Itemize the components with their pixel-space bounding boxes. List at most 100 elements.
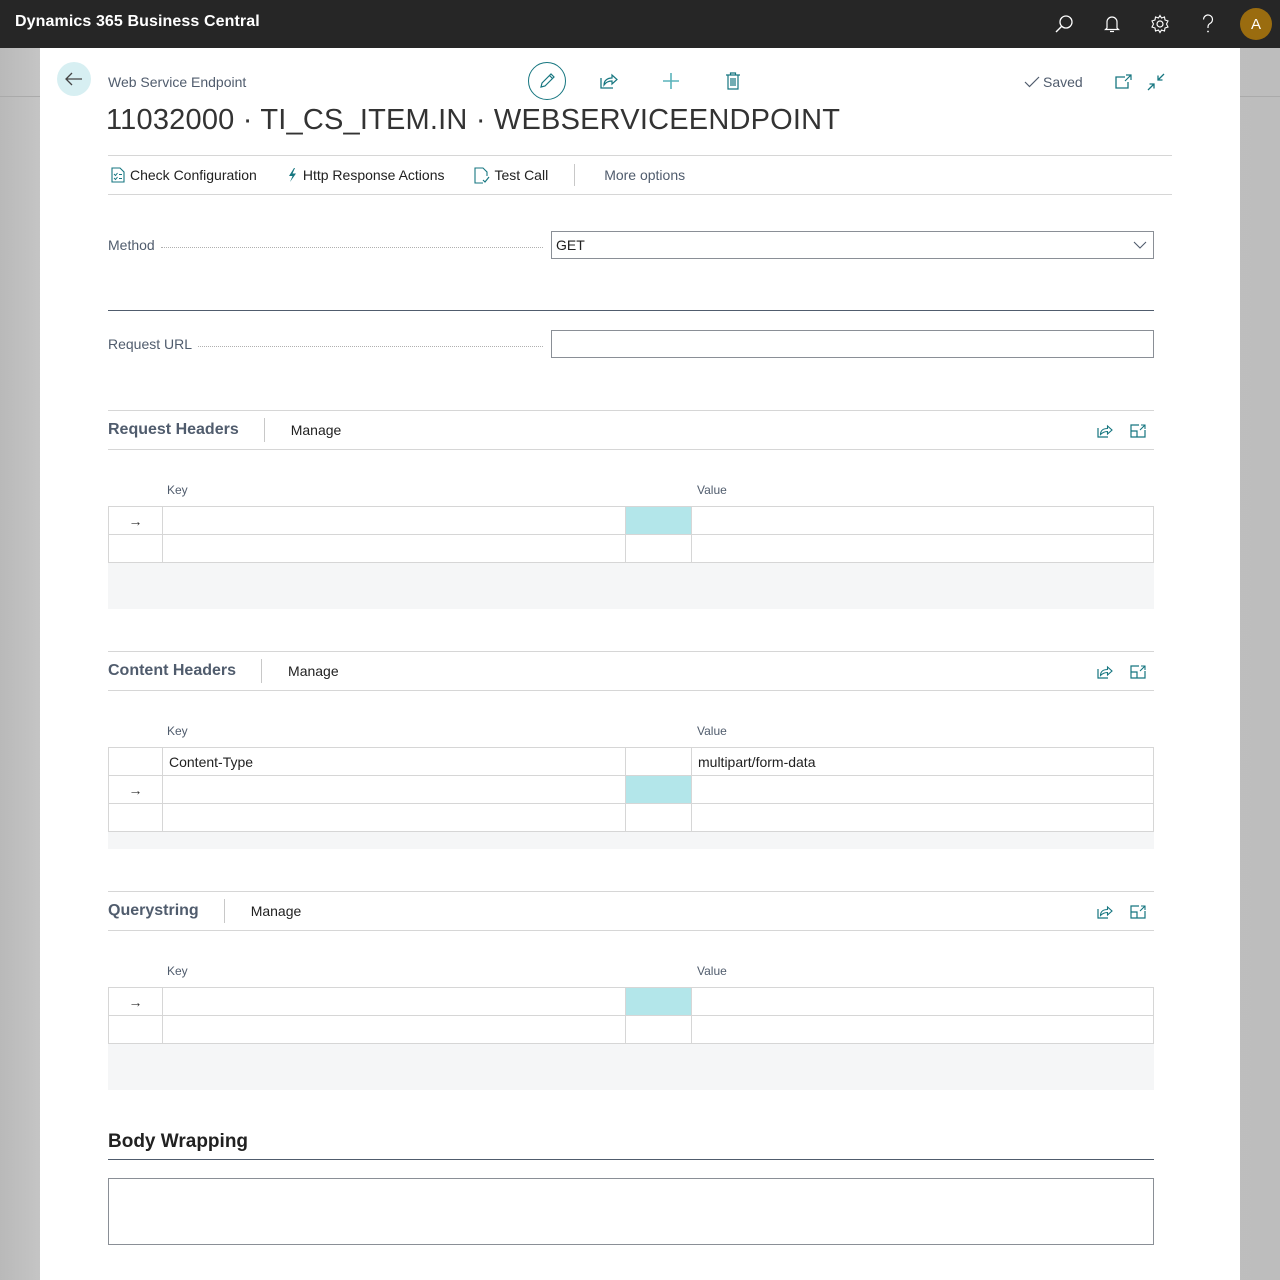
- row-indicator: →: [108, 775, 163, 804]
- body-wrapping-textarea[interactable]: [108, 1178, 1154, 1245]
- body-wrapping-title[interactable]: Body Wrapping: [108, 1131, 248, 1153]
- table-row[interactable]: [108, 534, 1154, 563]
- value-cell[interactable]: [691, 1015, 1154, 1044]
- part-header: Querystring Manage: [108, 891, 1154, 931]
- checklist-icon: [111, 167, 125, 183]
- delete-button[interactable]: [714, 62, 752, 100]
- header-actions: [528, 62, 776, 100]
- key-cell[interactable]: [162, 987, 626, 1016]
- request-url-label: Request URL: [108, 336, 551, 352]
- share-icon[interactable]: [1095, 421, 1115, 441]
- content-headers-part: Content Headers Manage Key Value Content…: [108, 651, 1154, 849]
- table-row[interactable]: [108, 803, 1154, 832]
- gear-icon[interactable]: [1148, 12, 1172, 36]
- test-call-action[interactable]: Test Call: [473, 166, 548, 184]
- spacer-cell[interactable]: [625, 1015, 692, 1044]
- key-cell[interactable]: [162, 534, 626, 563]
- method-select[interactable]: GET: [551, 231, 1154, 259]
- back-button[interactable]: [57, 62, 91, 96]
- grid-empty-area: [108, 832, 1154, 849]
- share-button[interactable]: [590, 62, 628, 100]
- grid-empty-area: [108, 563, 1154, 609]
- section-divider: [108, 310, 1154, 311]
- share-icon[interactable]: [1095, 902, 1115, 922]
- expand-icon[interactable]: [1128, 662, 1148, 682]
- content-headers-grid: Content-Type multipart/form-data →: [108, 747, 1154, 832]
- user-avatar[interactable]: A: [1240, 8, 1272, 40]
- breadcrumb: Web Service Endpoint: [108, 74, 247, 90]
- expand-icon[interactable]: [1128, 421, 1148, 441]
- row-indicator: [108, 534, 163, 563]
- arrow-left-icon: [65, 72, 82, 86]
- key-cell[interactable]: [162, 803, 626, 832]
- more-options-action[interactable]: More options: [604, 167, 685, 183]
- expand-icon[interactable]: [1128, 902, 1148, 922]
- share-icon: [600, 73, 618, 89]
- column-header-value[interactable]: Value: [697, 964, 727, 978]
- action-bar: Check Configuration Http Response Action…: [108, 155, 1172, 195]
- chevron-down-icon: [1133, 241, 1147, 249]
- column-header-value[interactable]: Value: [697, 483, 727, 497]
- search-icon[interactable]: [1052, 12, 1076, 36]
- spacer-cell[interactable]: [625, 803, 692, 832]
- spacer-cell[interactable]: [625, 534, 692, 563]
- request-headers-grid: →: [108, 506, 1154, 563]
- part-title[interactable]: Request Headers: [108, 421, 239, 439]
- part-header: Request Headers Manage: [108, 410, 1154, 450]
- checkmark-icon: [1024, 76, 1040, 88]
- selected-cell[interactable]: [625, 987, 692, 1016]
- method-field: Method GET: [108, 230, 1154, 260]
- help-icon[interactable]: [1196, 12, 1220, 36]
- column-header-value[interactable]: Value: [697, 724, 727, 738]
- request-url-input[interactable]: [551, 330, 1154, 358]
- edit-button[interactable]: [528, 62, 566, 100]
- column-header-key[interactable]: Key: [167, 964, 188, 978]
- column-header-key[interactable]: Key: [167, 724, 188, 738]
- column-header-key[interactable]: Key: [167, 483, 188, 497]
- top-bar: Dynamics 365 Business Central A: [0, 0, 1280, 48]
- bell-icon[interactable]: [1100, 12, 1124, 36]
- check-configuration-action[interactable]: Check Configuration: [111, 167, 257, 183]
- selected-cell[interactable]: [625, 775, 692, 804]
- card-page: Web Service Endpoint 11032000 · TI_CS_IT…: [40, 48, 1240, 1280]
- value-cell[interactable]: [691, 803, 1154, 832]
- value-cell[interactable]: [691, 775, 1154, 804]
- key-cell[interactable]: [162, 1015, 626, 1044]
- row-indicator: [108, 1015, 163, 1044]
- value-cell[interactable]: [691, 506, 1154, 535]
- share-icon[interactable]: [1095, 662, 1115, 682]
- row-indicator: →: [108, 506, 163, 535]
- selected-cell[interactable]: [625, 506, 692, 535]
- table-row[interactable]: Content-Type multipart/form-data: [108, 747, 1154, 776]
- key-cell[interactable]: [162, 506, 626, 535]
- value-cell[interactable]: multipart/form-data: [691, 747, 1154, 776]
- part-title[interactable]: Querystring: [108, 902, 199, 920]
- key-cell[interactable]: Content-Type: [162, 747, 626, 776]
- table-row[interactable]: →: [108, 506, 1154, 535]
- manage-button[interactable]: Manage: [288, 663, 339, 679]
- manage-button[interactable]: Manage: [291, 422, 342, 438]
- new-button[interactable]: [652, 62, 690, 100]
- row-indicator: [108, 747, 163, 776]
- value-cell[interactable]: [691, 534, 1154, 563]
- row-indicator: →: [108, 987, 163, 1016]
- table-row[interactable]: →: [108, 987, 1154, 1016]
- table-row[interactable]: [108, 1015, 1154, 1044]
- section-divider: [108, 1159, 1154, 1160]
- pencil-icon: [540, 73, 555, 88]
- method-label: Method: [108, 237, 551, 253]
- open-new-window-icon[interactable]: [1114, 72, 1134, 92]
- querystring-part: Querystring Manage Key Value →: [108, 891, 1154, 1090]
- table-row[interactable]: →: [108, 775, 1154, 804]
- http-response-actions-action[interactable]: Http Response Actions: [286, 167, 445, 183]
- manage-button[interactable]: Manage: [251, 903, 302, 919]
- trash-icon: [726, 72, 740, 90]
- key-cell[interactable]: [162, 775, 626, 804]
- collapse-icon[interactable]: [1146, 72, 1166, 92]
- part-title[interactable]: Content Headers: [108, 662, 236, 680]
- request-url-field: Request URL: [108, 329, 1154, 359]
- spacer-cell[interactable]: [625, 747, 692, 776]
- lightning-icon: [288, 168, 296, 182]
- value-cell[interactable]: [691, 987, 1154, 1016]
- request-headers-part: Request Headers Manage Key Value →: [108, 410, 1154, 609]
